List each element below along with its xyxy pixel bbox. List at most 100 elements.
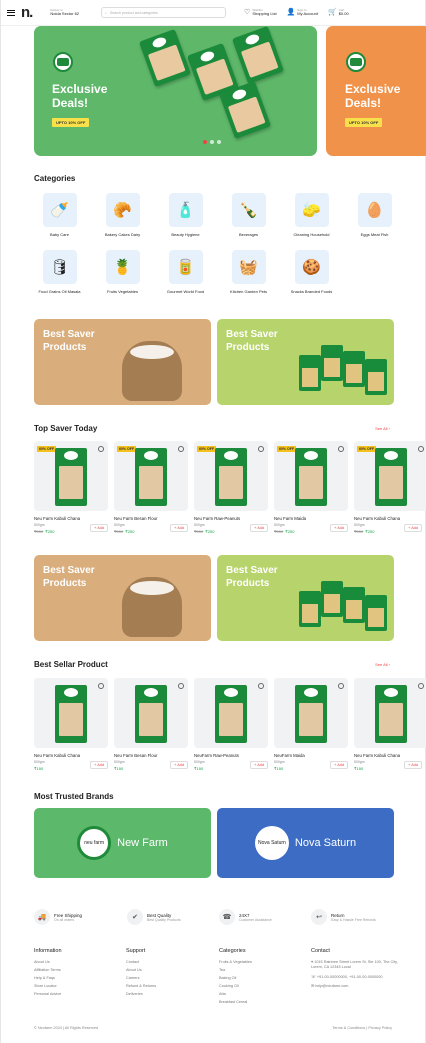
product-image[interactable] xyxy=(274,678,348,748)
shopping-list-link[interactable]: ♡ Wishlist Shopping List xyxy=(244,9,277,17)
location-selector[interactable]: Deliver to Noida Sector 62 xyxy=(50,9,79,16)
footer-link[interactable]: About Us xyxy=(126,968,156,972)
product-name[interactable]: Neu Farm Kabuli Chana xyxy=(354,516,422,521)
promo-banner[interactable]: Best Saver Products xyxy=(217,319,394,405)
product-card[interactable]: 60% OFF Neu Farm Maida 500gm ₹550 ₹250 + Add xyxy=(274,441,348,534)
product-card[interactable]: 60% OFF Neu Farm Kabuli Chana 500gm ₹550 ₹25… xyxy=(354,441,426,534)
hero-offer-button[interactable]: UPTO 10% OFF xyxy=(52,118,90,127)
category-item[interactable]: 🍼 Baby Care xyxy=(32,193,87,237)
add-to-cart-button[interactable]: + Add xyxy=(404,761,422,769)
wishlist-heart-icon[interactable] xyxy=(418,683,424,689)
product-card[interactable]: 60% OFF Neu Farm Kabuli Chana 500gm ₹550 ₹25… xyxy=(34,441,108,534)
footer-link[interactable]: Personal Advice xyxy=(34,992,62,996)
carousel-dots[interactable] xyxy=(203,140,221,144)
policy-links[interactable]: Terms & Conditions | Privacy Policy xyxy=(332,1026,392,1030)
footer-link[interactable]: Store Locator xyxy=(34,984,62,988)
wishlist-heart-icon[interactable] xyxy=(178,446,184,452)
product-card[interactable]: Neu Farm Besan Flour 500gm ₹150 + Add xyxy=(114,678,188,771)
category-item[interactable]: 🥐 Bakery Cakes Dairy xyxy=(95,193,150,237)
product-card[interactable]: NeuFarm Maida 500gm ₹150 + Add xyxy=(274,678,348,771)
promo-banner[interactable]: Best Saver Products xyxy=(34,319,211,405)
add-to-cart-button[interactable]: + Add xyxy=(170,761,188,769)
add-to-cart-button[interactable]: + Add xyxy=(330,761,348,769)
footer-link[interactable]: Cooking Oil xyxy=(219,984,252,988)
category-item[interactable]: 🛢 Food Grains Oil Masala xyxy=(32,250,87,294)
footer-link[interactable]: Refund & Returns xyxy=(126,984,156,988)
brand-card-nova-saturn[interactable]: Nova Saturn Nova Saturn xyxy=(217,808,394,878)
product-image[interactable] xyxy=(114,678,188,748)
best-seller-see-all[interactable]: See All › xyxy=(375,662,390,667)
product-card[interactable]: 60% OFF Neu Farm Besan Flour 500gm ₹550 ₹250… xyxy=(114,441,188,534)
promo-banner[interactable]: Best Saver Products xyxy=(34,555,211,641)
footer-link[interactable]: Help & Faqs xyxy=(34,976,62,980)
wishlist-heart-icon[interactable] xyxy=(258,683,264,689)
wishlist-heart-icon[interactable] xyxy=(98,683,104,689)
footer-link[interactable]: About Us xyxy=(34,960,62,964)
wishlist-heart-icon[interactable] xyxy=(418,446,424,452)
logo[interactable]: n. xyxy=(21,4,33,21)
footer-link[interactable]: Affiliation Terms xyxy=(34,968,62,972)
add-to-cart-button[interactable]: + Add xyxy=(250,524,268,532)
product-image[interactable] xyxy=(354,678,426,748)
wishlist-heart-icon[interactable] xyxy=(98,446,104,452)
add-to-cart-button[interactable]: + Add xyxy=(170,524,188,532)
product-name[interactable]: Neu Farm Kabuli Chana xyxy=(354,753,422,758)
footer-link[interactable]: Baking Oil xyxy=(219,976,252,980)
footer-link[interactable]: Tea xyxy=(219,968,252,972)
promo-banner[interactable]: Best Saver Products xyxy=(217,555,394,641)
product-name[interactable]: Neu Farm Maida xyxy=(274,516,348,521)
account-link[interactable]: 👤 Sign In My Account xyxy=(287,9,318,17)
brand-card-new-farm[interactable]: neu farm New Farm xyxy=(34,808,211,878)
product-card[interactable]: NeuFarm Raw-Peanuts 500gm ₹150 + Add xyxy=(194,678,268,771)
footer-link[interactable]: Deliveries xyxy=(126,992,156,996)
product-image[interactable]: 60% OFF xyxy=(274,441,348,511)
footer-link[interactable]: Fruits & Vegetables xyxy=(219,960,252,964)
category-item[interactable]: 🧺 Kitchen Garden Pets xyxy=(221,250,276,294)
product-image[interactable]: 60% OFF xyxy=(34,441,108,511)
add-to-cart-button[interactable]: + Add xyxy=(90,524,108,532)
wishlist-heart-icon[interactable] xyxy=(178,683,184,689)
contact-email[interactable]: ✉ help@neufarm.com xyxy=(311,983,401,988)
category-item[interactable]: 🍪 Snacks Branded Foods xyxy=(284,250,339,294)
category-item[interactable]: 🥫 Gourmet World Food xyxy=(158,250,213,294)
footer-link[interactable]: Atta xyxy=(219,992,252,996)
product-image[interactable] xyxy=(194,678,268,748)
menu-icon[interactable] xyxy=(7,9,15,16)
category-item[interactable]: 🥚 Eggs Meat Fish xyxy=(347,193,402,237)
top-saver-see-all[interactable]: See All › xyxy=(375,426,390,431)
product-card[interactable]: 60% OFF Neu Farm Raw-Peanuts 500gm ₹550 ₹250… xyxy=(194,441,268,534)
wishlist-heart-icon[interactable] xyxy=(258,446,264,452)
add-to-cart-button[interactable]: + Add xyxy=(330,524,348,532)
footer-link[interactable]: Careers xyxy=(126,976,156,980)
category-item[interactable]: 🍍 Fruits Vegetables xyxy=(95,250,150,294)
product-image[interactable] xyxy=(34,678,108,748)
hero-banner-next[interactable]: Exclusive Deals! UPTO 10% OFF xyxy=(326,26,426,156)
footer-link[interactable]: Contact xyxy=(126,960,156,964)
product-card[interactable]: Neu Farm Kabuli Chana 500gm ₹150 + Add xyxy=(34,678,108,771)
contact-phone[interactable]: ☏ +91-00-00000000, +91-00-00-0000000 xyxy=(311,974,401,979)
product-name[interactable]: Neu Farm Besan Flour xyxy=(114,753,188,758)
product-image[interactable]: 60% OFF xyxy=(114,441,188,511)
search-input[interactable]: ⌕ Search product and categories xyxy=(101,7,227,18)
hero-banner[interactable]: Exclusive Deals! UPTO 10% OFF xyxy=(34,26,317,156)
category-item[interactable]: 🍾 Beverages xyxy=(221,193,276,237)
add-to-cart-button[interactable]: + Add xyxy=(250,761,268,769)
add-to-cart-button[interactable]: + Add xyxy=(90,761,108,769)
product-card[interactable]: Neu Farm Kabuli Chana 500gm ₹150 + Add xyxy=(354,678,426,771)
category-item[interactable]: 🧴 Beauty Hygiene xyxy=(158,193,213,237)
product-name[interactable]: Neu Farm Besan Flour xyxy=(114,516,188,521)
product-name[interactable]: Neu Farm Kabuli Chana xyxy=(34,753,108,758)
product-image[interactable]: 60% OFF xyxy=(354,441,426,511)
product-name[interactable]: Neu Farm Kabuli Chana xyxy=(34,516,108,521)
product-name[interactable]: Neu Farm Raw-Peanuts xyxy=(194,516,268,521)
category-item[interactable]: 🧽 Cleaning Household xyxy=(284,193,339,237)
product-image[interactable]: 60% OFF xyxy=(194,441,268,511)
hero-offer-button[interactable]: UPTO 10% OFF xyxy=(345,118,383,127)
add-to-cart-button[interactable]: + Add xyxy=(404,524,422,532)
footer-link[interactable]: Breakfast Cereal xyxy=(219,1000,252,1004)
wishlist-heart-icon[interactable] xyxy=(338,446,344,452)
product-name[interactable]: NeuFarm Maida xyxy=(274,753,348,758)
cart-link[interactable]: 🛒 Cart $0.00 xyxy=(328,9,349,17)
wishlist-heart-icon[interactable] xyxy=(338,683,344,689)
product-name[interactable]: NeuFarm Raw-Peanuts xyxy=(194,753,268,758)
